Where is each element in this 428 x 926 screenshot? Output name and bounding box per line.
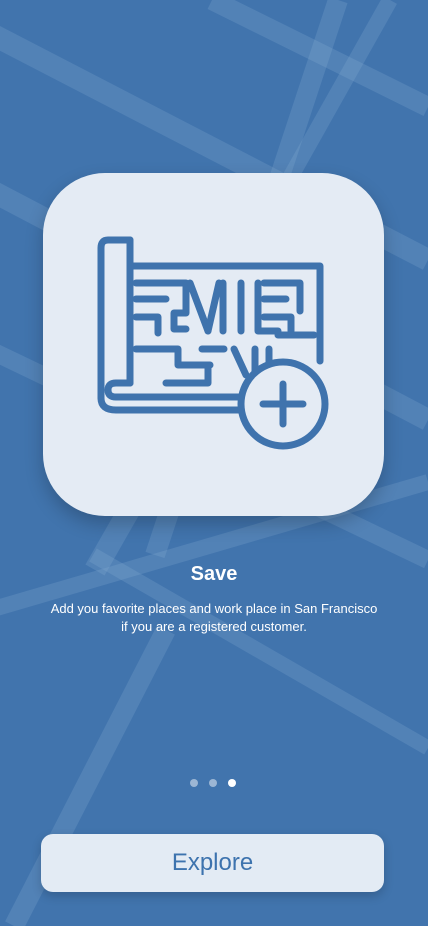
page-title: Save [190,563,238,585]
map-save-icon [97,236,329,450]
page-description: Add you favorite places and work place i… [50,601,378,634]
page-dot-1[interactable] [190,779,198,787]
onboarding-screen: Save Add you favorite places and work pl… [0,0,428,926]
explore-button[interactable]: Explore [41,834,384,892]
page-dot-2[interactable] [209,779,217,787]
page-dot-3-active[interactable] [228,779,236,787]
page-indicator [190,778,236,788]
